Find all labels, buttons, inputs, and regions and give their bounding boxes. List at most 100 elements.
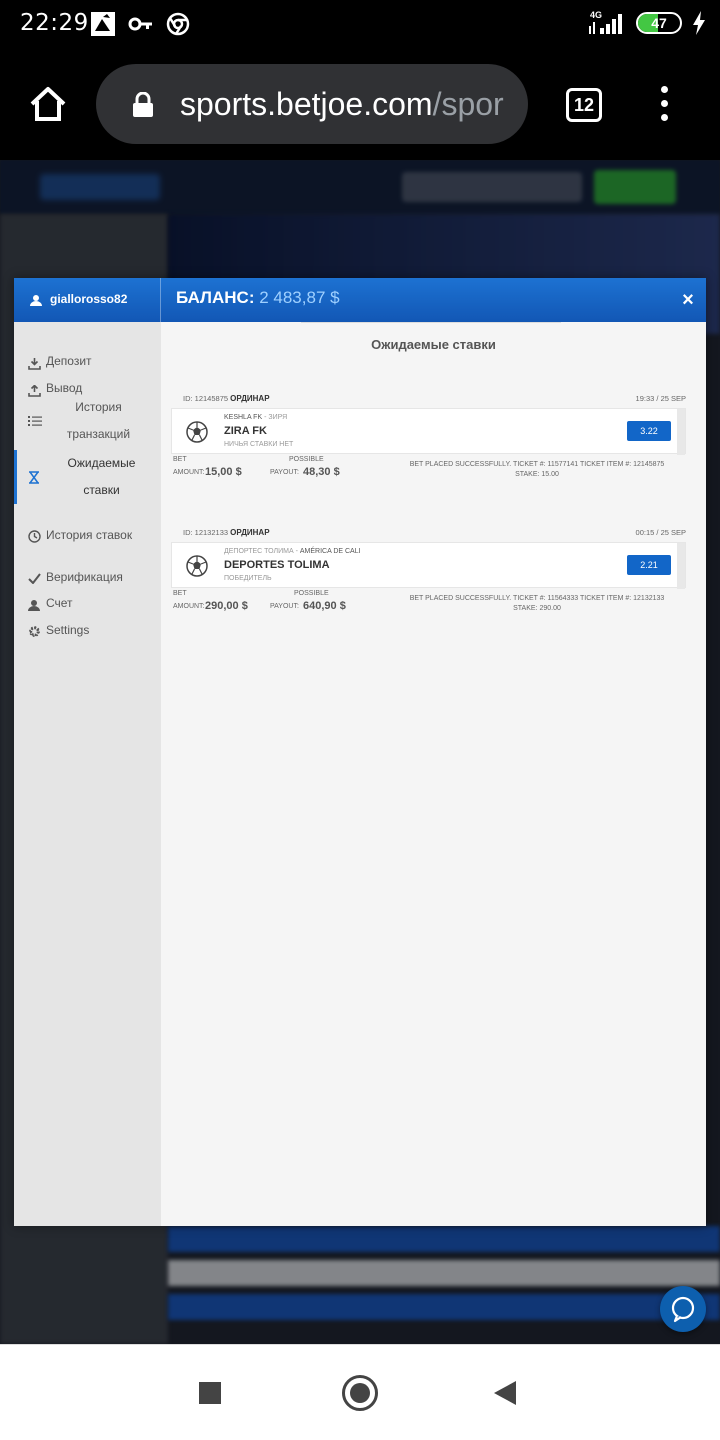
url-domain: sports.betjoe.com	[180, 86, 433, 122]
football-icon	[186, 555, 208, 577]
signal-icon: 4G	[586, 10, 626, 36]
odds-badge: 3.22	[627, 421, 671, 441]
panel-title: Ожидаемые ставки	[371, 337, 496, 352]
football-icon	[186, 421, 208, 443]
back-icon[interactable]	[494, 1381, 516, 1405]
payout-value: 48,30 $	[303, 466, 340, 478]
lock-icon	[133, 92, 153, 117]
home-team: KESHLA FK	[224, 414, 263, 421]
battery-icon: 47	[636, 12, 682, 34]
match-teams: KESHLA FK - ЗИРЯ	[224, 414, 288, 421]
browser-toolbar: sports.betjoe.com/spor 12	[0, 48, 720, 160]
possible-label: POSSIBLE	[289, 456, 324, 463]
menu-item-settings[interactable]: Settings	[14, 623, 161, 643]
user-icon	[30, 295, 42, 306]
match-teams: ДЕПОРТЕС ТОЛИМА - AMÉRICA DE CALI	[224, 548, 361, 555]
gear-icon	[29, 626, 40, 637]
balance-value: 2 483,87 $	[259, 288, 340, 307]
chrome-icon	[166, 12, 190, 36]
amount-label: AMOUNT:	[173, 603, 205, 610]
bet-type: ОРДИНАР	[230, 528, 270, 537]
payout-label: PAYOUT:	[270, 469, 299, 476]
menu-label: Вывод	[46, 381, 83, 395]
bet-footer: BET AMOUNT: 290,00 $ POSSIBLE PAYOUT: 64…	[171, 590, 686, 618]
bet-label: BET	[173, 456, 187, 463]
menu-label-line1: История	[75, 400, 122, 414]
market-name: НИЧЬЯ СТАВКИ НЕТ	[224, 441, 294, 448]
charging-icon	[693, 11, 705, 35]
menu-label: Верификация	[46, 570, 123, 584]
bet-selection-card: ДЕПОРТЕС ТОЛИМА - AMÉRICA DE CALI DEPORT…	[171, 542, 686, 589]
address-bar[interactable]: sports.betjoe.com/spor	[96, 64, 528, 144]
payout-value: 640,90 $	[303, 600, 346, 612]
user-cell: giallorosso82	[14, 278, 161, 322]
menu-item-transaction-history[interactable]: История транзакций	[14, 394, 161, 448]
selection-name: ZIRA FK	[224, 425, 267, 437]
key-icon	[128, 17, 152, 31]
close-button[interactable]: ×	[680, 290, 696, 310]
selection-name: DEPORTES TOLIMA	[224, 559, 330, 571]
stake-text: STAKE: 290.00	[513, 605, 561, 612]
bet-datetime: 19:33 / 25 SEP	[635, 394, 686, 403]
status-right-icons: 4G 47	[586, 10, 706, 36]
balance-label: БАЛАНС:	[176, 288, 255, 307]
recent-apps-icon[interactable]	[199, 1382, 221, 1404]
home-nav-icon[interactable]	[342, 1375, 378, 1411]
menu-label-line1: Ожидаемые	[67, 456, 136, 470]
away-team: AMÉRICA DE CALI	[299, 548, 361, 555]
url-path: /spor	[432, 86, 504, 122]
username: giallorosso82	[50, 292, 128, 306]
pending-bets-panel: Ожидаемые ставки ID: 12145875 ОРДИНАР 19…	[161, 322, 706, 1226]
bet-selection-card: KESHLA FK - ЗИРЯ ZIRA FK НИЧЬЯ СТАВКИ НЕ…	[171, 408, 686, 455]
bet-status-message: BET PLACED SUCCESSFULLY. TICKET #: 11564…	[387, 594, 687, 614]
menu-label: Депозит	[46, 354, 92, 368]
menu-item-account[interactable]: Счет	[14, 596, 161, 616]
tab-switcher-button[interactable]: 12	[566, 88, 602, 122]
bet-slip: ID: 12145875 ОРДИНАР 19:33 / 25 SEP KESH…	[171, 394, 686, 484]
amount-value: 290,00 $	[205, 600, 248, 612]
chat-button[interactable]	[660, 1286, 706, 1332]
bet-id: ID: 12132133	[183, 528, 229, 537]
bet-datetime: 00:15 / 25 SEP	[635, 528, 686, 537]
status-time: 22:29	[20, 10, 89, 36]
list-icon	[28, 416, 42, 426]
payout-label: PAYOUT:	[270, 603, 299, 610]
stake-text: STAKE: 15.00	[515, 471, 559, 478]
android-navigation-bar	[0, 1344, 720, 1440]
bet-id-line: ID: 12132133 ОРДИНАР	[183, 528, 270, 537]
clock-icon	[28, 530, 41, 543]
modal-body: Депозит Вывод История транзакций Ожидаем…	[14, 322, 706, 1226]
possible-label: POSSIBLE	[294, 590, 329, 597]
browser-menu-icon[interactable]	[656, 86, 672, 126]
app-notification-icon	[91, 12, 115, 36]
bet-type: ОРДИНАР	[230, 394, 270, 403]
menu-label: Settings	[46, 623, 90, 637]
menu-item-pending-bets[interactable]: Ожидаемые ставки	[14, 450, 161, 504]
menu-item-deposit[interactable]: Депозит	[14, 354, 161, 374]
home-icon[interactable]	[28, 84, 68, 124]
status-notification-icons	[90, 11, 190, 37]
check-icon	[28, 573, 41, 584]
url-text: sports.betjoe.com/spor	[180, 86, 504, 123]
modal-header: giallorosso82 БАЛАНС: 2 483,87 $ ×	[14, 278, 706, 322]
menu-item-bet-history[interactable]: История ставок	[14, 528, 161, 548]
balance: БАЛАНС: 2 483,87 $	[176, 288, 340, 308]
battery-level: 47	[651, 15, 667, 31]
bet-footer: BET AMOUNT: 15,00 $ POSSIBLE PAYOUT: 48,…	[171, 456, 686, 484]
account-modal: giallorosso82 БАЛАНС: 2 483,87 $ × Депоз…	[14, 278, 706, 1226]
market-name: ПОБЕДИТЕЛЬ	[224, 575, 272, 582]
away-team: ЗИРЯ	[268, 414, 288, 421]
ticket-message: BET PLACED SUCCESSFULLY. TICKET #: 11577…	[409, 461, 665, 468]
divider	[301, 322, 561, 323]
menu-label: Счет	[46, 596, 73, 610]
hourglass-icon	[29, 471, 39, 484]
bet-slip: ID: 12132133 ОРДИНАР 00:15 / 25 SEP ДЕПО…	[171, 528, 686, 618]
account-menu: Депозит Вывод История транзакций Ожидаем…	[14, 322, 161, 1226]
amount-value: 15,00 $	[205, 466, 242, 478]
menu-item-verification[interactable]: Верификация	[14, 570, 161, 590]
menu-label-line2: ставки	[83, 483, 120, 497]
ticket-message: BET PLACED SUCCESSFULLY. TICKET #: 11564…	[409, 595, 665, 602]
home-team: ДЕПОРТЕС ТОЛИМА	[224, 548, 294, 555]
web-content: giallorosso82 БАЛАНС: 2 483,87 $ × Депоз…	[0, 160, 720, 1344]
bet-status-message: BET PLACED SUCCESSFULLY. TICKET #: 11577…	[387, 460, 687, 480]
